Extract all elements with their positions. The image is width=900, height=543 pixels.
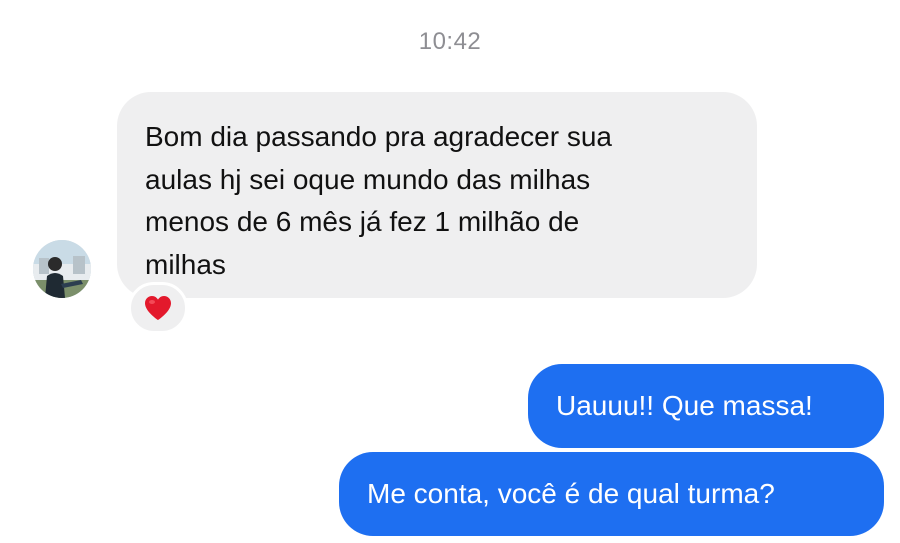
outgoing-message-bubble[interactable]: Me conta, você é de qual turma? — [339, 452, 884, 536]
incoming-message-bubble[interactable]: Bom dia passando pra agradecer sua aulas… — [117, 92, 757, 298]
avatar-photo-icon — [33, 240, 91, 298]
avatar[interactable] — [33, 240, 91, 298]
heart-icon — [145, 296, 171, 320]
outgoing-message-bubble[interactable]: Uauuu!! Que massa! — [528, 364, 884, 448]
message-reaction[interactable] — [128, 282, 188, 334]
message-timestamp: 10:42 — [418, 28, 482, 55]
